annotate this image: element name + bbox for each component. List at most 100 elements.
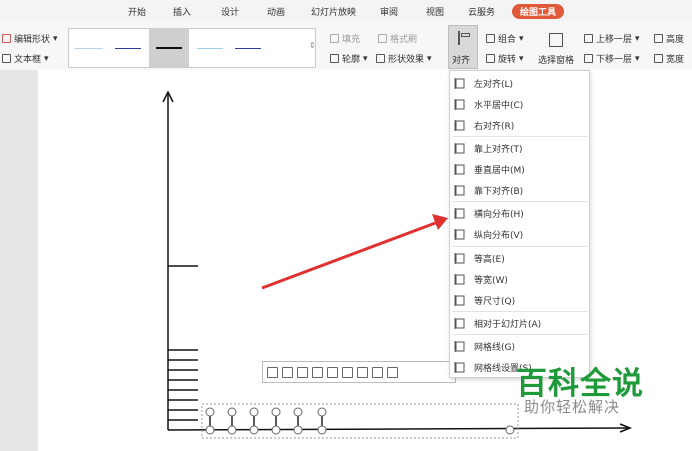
menu-item-label: 等高(E)	[474, 254, 505, 265]
outline-button[interactable]: 轮廓 ▾	[330, 52, 368, 65]
shape-effect-icon	[376, 54, 385, 63]
group-icon	[486, 34, 495, 43]
align-icon	[458, 31, 470, 45]
menu-item-same-height[interactable]: 等高(E)	[454, 249, 586, 267]
tab-view[interactable]: 视图	[426, 5, 444, 18]
align-left-icon	[454, 77, 466, 89]
edit-shape-icon	[2, 34, 11, 43]
menu-item-align-middle[interactable]: 垂直居中(M)	[454, 160, 586, 178]
line-style-1[interactable]	[75, 48, 103, 49]
menu-item-distribute-vertical[interactable]: 纵向分布(V)	[454, 225, 586, 243]
width-field[interactable]: 宽度	[654, 52, 684, 65]
menu-separator	[452, 311, 588, 312]
selected-lines	[209, 412, 323, 430]
same-width-icon	[454, 273, 466, 285]
menu-item-align-right[interactable]: 右对齐(R)	[454, 116, 586, 134]
rotate-icon	[486, 54, 495, 63]
format-brush-button[interactable]: 格式刷	[378, 32, 417, 45]
send-backward-button[interactable]: 下移一层 ▾	[584, 52, 640, 65]
fill-icon	[330, 34, 339, 43]
rotate-button[interactable]: 旋转 ▾	[486, 52, 524, 65]
mini-distribute-horizontal-icon[interactable]	[372, 366, 383, 378]
menu-item-label: 垂直居中(M)	[474, 165, 525, 176]
menu-separator	[452, 334, 588, 335]
bring-forward-button[interactable]: 上移一层 ▾	[584, 32, 640, 45]
grid-settings-icon	[454, 361, 466, 373]
select-pane-button[interactable]: 选择窗格	[538, 28, 580, 68]
menu-separator	[452, 136, 588, 137]
group-button[interactable]: 组合 ▾	[486, 32, 524, 45]
ribbon-tab-bar: 开始 插入 设计 动画 幻灯片放映 审阅 视图 云服务 绘图工具	[0, 0, 692, 22]
same-size-icon	[454, 294, 466, 306]
distribute-vertical-icon	[454, 228, 466, 240]
slide-panel-edge	[0, 70, 38, 451]
menu-item-distribute-horizontal[interactable]: 横向分布(H)	[454, 204, 586, 222]
outline-icon	[330, 54, 339, 63]
align-bottom-icon	[454, 184, 466, 196]
height-icon	[654, 34, 663, 43]
menu-item-label: 纵向分布(V)	[474, 230, 524, 241]
align-button[interactable]: 对齐	[448, 25, 478, 69]
menu-item-grid-lines[interactable]: 网格线(G)	[454, 337, 586, 355]
relative-to-slide-icon	[454, 317, 466, 329]
gallery-more-icon[interactable]: ⇕	[309, 41, 316, 50]
text-box-icon	[2, 54, 11, 63]
edit-shape-button[interactable]: 编辑形状 ▾	[2, 32, 58, 45]
align-center-icon	[454, 98, 466, 110]
shape-effect-button[interactable]: 形状效果 ▾	[376, 52, 432, 65]
selection-box	[201, 403, 519, 439]
menu-item-label: 左对齐(L)	[474, 79, 514, 90]
mini-align-left-icon[interactable]	[267, 366, 278, 378]
fill-button[interactable]: 填充	[330, 32, 360, 45]
align-dropdown-menu: 左对齐(L) 水平居中(C) 右对齐(R) 靠上对齐(T) 垂直居中(M) 靠下对齐(B)…	[449, 70, 590, 378]
menu-item-align-top[interactable]: 靠上对齐(T)	[454, 139, 586, 157]
grid-lines-icon	[454, 340, 466, 352]
menu-item-label: 靠下对齐(B)	[474, 186, 524, 197]
tab-animation[interactable]: 动画	[267, 5, 285, 18]
menu-item-label: 等尺寸(Q)	[474, 296, 516, 307]
menu-item-align-left[interactable]: 左对齐(L)	[454, 74, 586, 92]
mini-align-right-icon[interactable]	[297, 366, 308, 378]
line-style-3-selected[interactable]	[149, 29, 189, 67]
mini-grid-icon[interactable]	[357, 366, 368, 378]
menu-item-label: 等宽(W)	[474, 275, 508, 286]
tab-design[interactable]: 设计	[221, 5, 239, 18]
tab-drawing-tools[interactable]: 绘图工具	[512, 4, 565, 19]
send-backward-icon	[584, 54, 593, 63]
floating-align-toolbar	[262, 361, 456, 383]
mini-align-center-icon[interactable]	[282, 366, 293, 378]
menu-separator	[452, 201, 588, 202]
tab-cloud[interactable]: 云服务	[468, 5, 495, 18]
mini-distribute-vertical-icon[interactable]	[387, 366, 398, 378]
align-right-icon	[454, 119, 466, 131]
mini-align-bottom-icon[interactable]	[342, 366, 353, 378]
tab-home[interactable]: 开始	[128, 5, 146, 18]
menu-item-label: 水平居中(C)	[474, 100, 524, 111]
height-field[interactable]: 高度	[654, 32, 684, 45]
menu-item-label: 相对于幻灯片(A)	[474, 319, 542, 330]
line-style-4[interactable]	[197, 48, 223, 49]
text-box-button[interactable]: 文本框 ▾	[2, 52, 49, 65]
mini-align-top-icon[interactable]	[312, 366, 323, 378]
align-top-icon	[454, 142, 466, 154]
watermark-subtitle: 助你轻松解决	[524, 398, 621, 416]
line-style-2[interactable]	[115, 48, 141, 49]
tab-insert[interactable]: 插入	[173, 5, 191, 18]
width-icon	[654, 54, 663, 63]
menu-item-relative-to-slide[interactable]: 相对于幻灯片(A)	[454, 314, 586, 332]
line-style-5[interactable]	[235, 48, 261, 49]
tab-slideshow[interactable]: 幻灯片放映	[311, 5, 356, 18]
menu-separator	[452, 246, 588, 247]
horizontal-axis-line	[167, 427, 629, 431]
menu-item-align-bottom[interactable]: 靠下对齐(B)	[454, 181, 586, 199]
menu-item-label: 靠上对齐(T)	[474, 144, 523, 155]
menu-item-align-center[interactable]: 水平居中(C)	[454, 95, 586, 113]
menu-item-label: 横向分布(H)	[474, 209, 524, 220]
mini-align-middle-icon[interactable]	[327, 366, 338, 378]
tab-review[interactable]: 审阅	[380, 5, 398, 18]
format-brush-icon	[378, 34, 387, 43]
red-annotation-arrow	[261, 220, 439, 290]
menu-item-label: 网格线(G)	[474, 342, 515, 353]
menu-item-same-width[interactable]: 等宽(W)	[454, 270, 586, 288]
menu-item-same-size[interactable]: 等尺寸(Q)	[454, 291, 586, 309]
